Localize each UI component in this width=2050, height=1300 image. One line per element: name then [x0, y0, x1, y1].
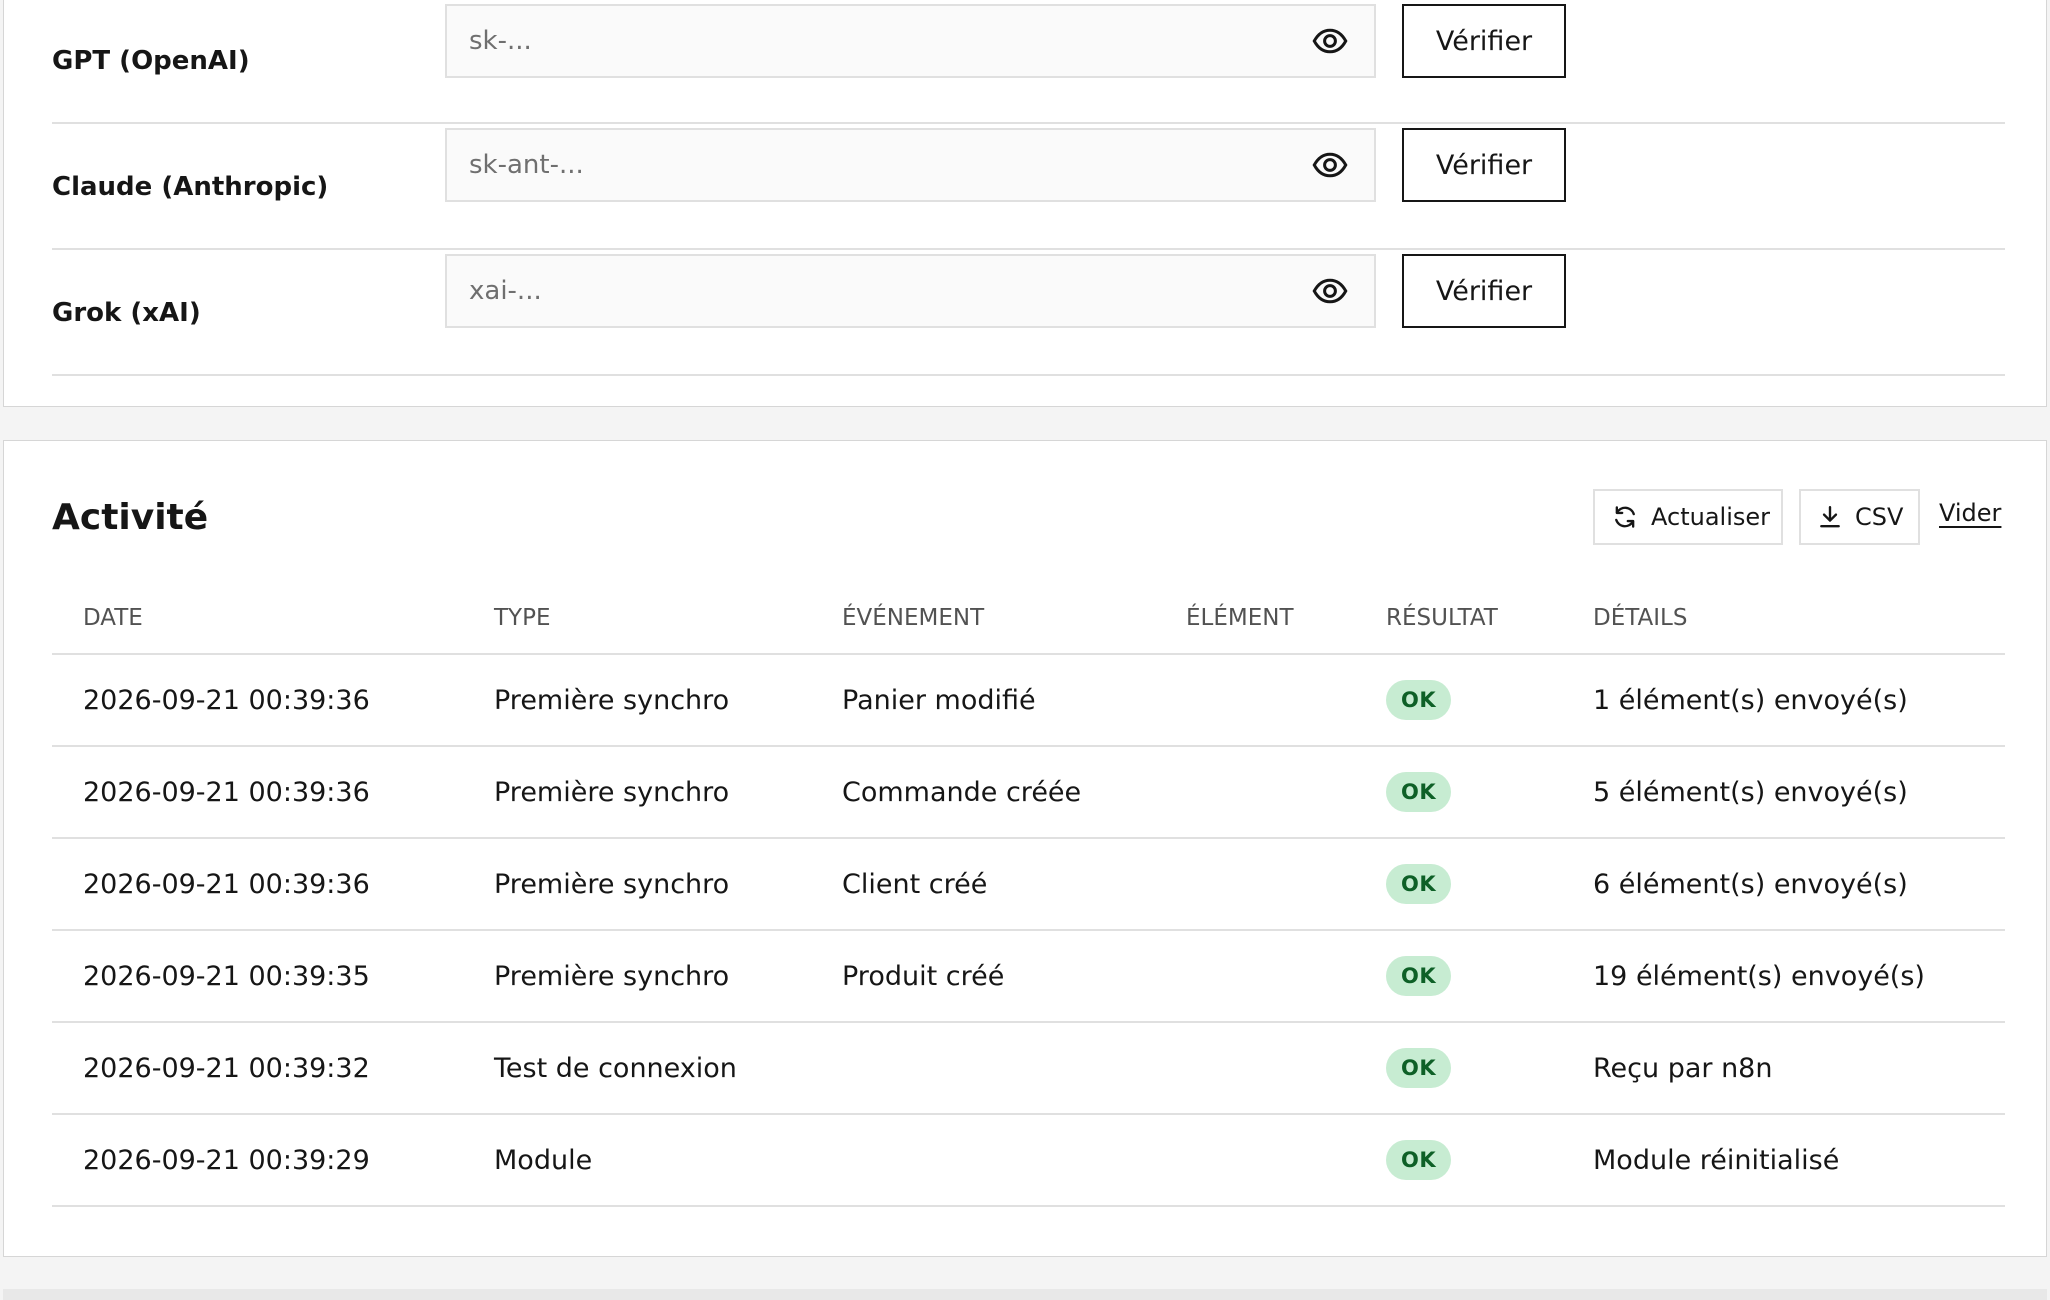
- cell-type: Première synchro: [494, 960, 730, 992]
- table-row: 2026-09-21 00:39:36 Première synchro Pan…: [52, 655, 2005, 747]
- status-badge: OK: [1386, 1048, 1452, 1088]
- activity-title: Activité: [52, 497, 209, 538]
- table-row: 2026-09-21 00:39:35 Première synchro Pro…: [52, 931, 2005, 1023]
- status-badge: OK: [1386, 864, 1452, 904]
- refresh-button[interactable]: Actualiser: [1593, 489, 1783, 545]
- api-key-field: [445, 4, 1376, 78]
- cell-date: 2026-09-21 00:39:36: [83, 868, 370, 900]
- cell-result: OK: [1386, 839, 1452, 929]
- cell-event: Produit créé: [842, 960, 1005, 992]
- export-csv-button[interactable]: CSV: [1799, 489, 1920, 545]
- cell-result: OK: [1386, 655, 1452, 745]
- status-badge: OK: [1386, 1140, 1452, 1180]
- verify-button[interactable]: Vérifier: [1402, 128, 1566, 202]
- table-row: 2026-09-21 00:39:36 Première synchro Cli…: [52, 839, 2005, 931]
- api-key-label: Claude (Anthropic): [52, 172, 329, 202]
- table-row: 2026-09-21 00:39:29 Module OK Module réi…: [52, 1115, 2005, 1207]
- cell-date: 2026-09-21 00:39:29: [83, 1144, 370, 1176]
- cell-date: 2026-09-21 00:39:32: [83, 1052, 370, 1084]
- cell-type: Module: [494, 1144, 593, 1176]
- table-row: 2026-09-21 00:39:32 Test de connexion OK…: [52, 1023, 2005, 1115]
- cell-event: Panier modifié: [842, 684, 1036, 716]
- table-header: DATE TYPE ÉVÉNEMENT ÉLÉMENT RÉSULTAT DÉT…: [52, 583, 2005, 655]
- column-header-element[interactable]: ÉLÉMENT: [1186, 583, 1294, 653]
- download-icon: [1817, 504, 1843, 530]
- api-key-row-xai: Grok (xAI) Vérifier: [52, 252, 2005, 376]
- status-badge: OK: [1386, 956, 1452, 996]
- status-badge: OK: [1386, 680, 1452, 720]
- cell-details: 1 élément(s) envoyé(s): [1593, 684, 1908, 716]
- eye-icon[interactable]: [1312, 273, 1348, 309]
- cell-date: 2026-09-21 00:39:36: [83, 776, 370, 808]
- cell-date: 2026-09-21 00:39:35: [83, 960, 370, 992]
- activity-panel: Activité Actualiser CSV Vider DATE TYPE: [3, 440, 2047, 1257]
- verify-button[interactable]: Vérifier: [1402, 254, 1566, 328]
- status-badge: OK: [1386, 772, 1452, 812]
- column-header-details[interactable]: DÉTAILS: [1593, 583, 1687, 653]
- cell-details: Reçu par n8n: [1593, 1052, 1773, 1084]
- refresh-button-label: Actualiser: [1651, 503, 1770, 531]
- eye-icon[interactable]: [1312, 23, 1348, 59]
- cell-details: 19 élément(s) envoyé(s): [1593, 960, 1925, 992]
- api-key-field: [445, 254, 1376, 328]
- cell-event: Client créé: [842, 868, 988, 900]
- cell-type: Première synchro: [494, 684, 730, 716]
- api-key-row-anthropic: Claude (Anthropic) Vérifier: [52, 126, 2005, 250]
- api-key-input[interactable]: [447, 256, 1287, 326]
- cell-details: Module réinitialisé: [1593, 1144, 1840, 1176]
- cell-type: Première synchro: [494, 776, 730, 808]
- export-csv-label: CSV: [1855, 503, 1904, 531]
- cell-type: Test de connexion: [494, 1052, 737, 1084]
- cell-event: Commande créée: [842, 776, 1082, 808]
- api-key-row-openai: GPT (OpenAI) Vérifier: [52, 0, 2005, 124]
- cell-result: OK: [1386, 1023, 1452, 1113]
- cell-details: 6 élément(s) envoyé(s): [1593, 868, 1908, 900]
- next-panel-edge: [3, 1289, 2047, 1300]
- column-header-date[interactable]: DATE: [83, 583, 143, 653]
- table-row: 2026-09-21 00:39:36 Première synchro Com…: [52, 747, 2005, 839]
- activity-table: DATE TYPE ÉVÉNEMENT ÉLÉMENT RÉSULTAT DÉT…: [52, 583, 2005, 1207]
- column-header-event[interactable]: ÉVÉNEMENT: [842, 583, 984, 653]
- refresh-icon: [1611, 503, 1639, 531]
- api-key-label: GPT (OpenAI): [52, 46, 250, 76]
- clear-log-link[interactable]: Vider: [1939, 499, 2001, 527]
- api-key-label: Grok (xAI): [52, 298, 201, 328]
- cell-result: OK: [1386, 931, 1452, 1021]
- cell-type: Première synchro: [494, 868, 730, 900]
- verify-button[interactable]: Vérifier: [1402, 4, 1566, 78]
- api-key-input[interactable]: [447, 130, 1287, 200]
- api-keys-panel: GPT (OpenAI) Vérifier Claude (Anthropic): [3, 0, 2047, 407]
- cell-details: 5 élément(s) envoyé(s): [1593, 776, 1908, 808]
- cell-date: 2026-09-21 00:39:36: [83, 684, 370, 716]
- column-header-type[interactable]: TYPE: [494, 583, 551, 653]
- api-key-field: [445, 128, 1376, 202]
- column-header-result[interactable]: RÉSULTAT: [1386, 583, 1498, 653]
- api-key-input[interactable]: [447, 6, 1287, 76]
- cell-result: OK: [1386, 1115, 1452, 1205]
- cell-result: OK: [1386, 747, 1452, 837]
- eye-icon[interactable]: [1312, 147, 1348, 183]
